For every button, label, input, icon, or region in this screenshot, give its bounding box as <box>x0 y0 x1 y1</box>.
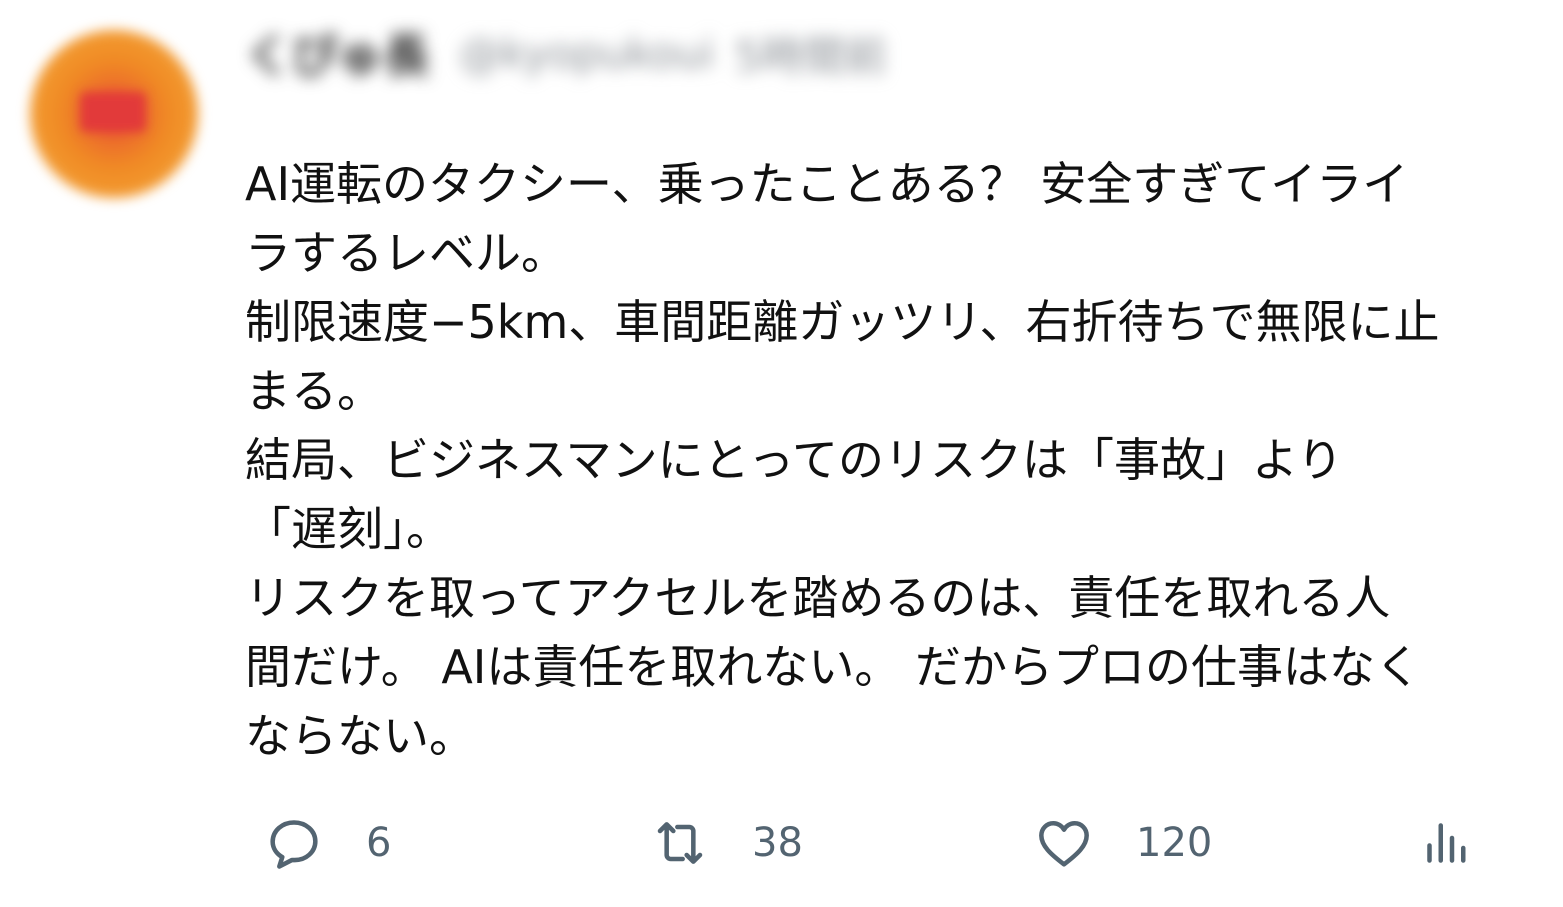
tweet-time[interactable]: 5時間前 <box>734 23 887 84</box>
tweet-text-line: 間だけ。 AIは責任を取れない。 だからプロの仕事はなく <box>245 640 1421 694</box>
tweet-text-line: まる。 <box>245 364 383 418</box>
analytics-button[interactable] <box>1417 808 1477 878</box>
tweet-actions: 6 38 120 <box>262 808 1502 878</box>
tweet: くぴゅ長 @kyopukoui 5時間前 AI運転のタクシー、乗ったことある？ … <box>0 0 1563 907</box>
retweet-icon <box>648 811 712 875</box>
tweet-text-line: ならない。 <box>245 709 475 763</box>
tweet-text-line: 結局、ビジネスマンにとってのリスクは「事故」より <box>245 433 1344 487</box>
author-display-name[interactable]: くぴゅ長 <box>245 20 429 86</box>
tweet-text-line: リスクを取ってアクセルを踏めるのは、責任を取れる人 <box>245 571 1391 625</box>
reply-button[interactable]: 6 <box>262 808 391 878</box>
reply-count: 6 <box>366 820 392 866</box>
tweet-text-line: 制限速度−5km、車間距離ガッツリ、右折待ちで無限に止 <box>245 295 1440 349</box>
tweet-text-line: ラするレベル。 <box>245 226 567 280</box>
retweet-count: 38 <box>752 820 803 866</box>
retweet-button[interactable]: 38 <box>648 808 803 878</box>
tweet-header: くぴゅ長 @kyopukoui 5時間前 <box>245 8 965 98</box>
like-button[interactable]: 120 <box>1032 808 1212 878</box>
analytics-icon <box>1417 811 1477 875</box>
avatar-logo <box>80 92 146 132</box>
reply-icon <box>262 811 326 875</box>
tweet-text: AI運転のタクシー、乗ったことある？ 安全すぎてイライ ラするレベル。 制限速度… <box>245 150 1555 771</box>
like-count: 120 <box>1136 820 1213 866</box>
tweet-text-line: 「遅刻」。 <box>245 502 452 556</box>
author-handle[interactable]: @kyopukoui <box>459 29 714 78</box>
heart-icon <box>1032 811 1096 875</box>
tweet-text-line: AI運転のタクシー、乗ったことある？ 安全すぎてイライ <box>245 157 1409 211</box>
